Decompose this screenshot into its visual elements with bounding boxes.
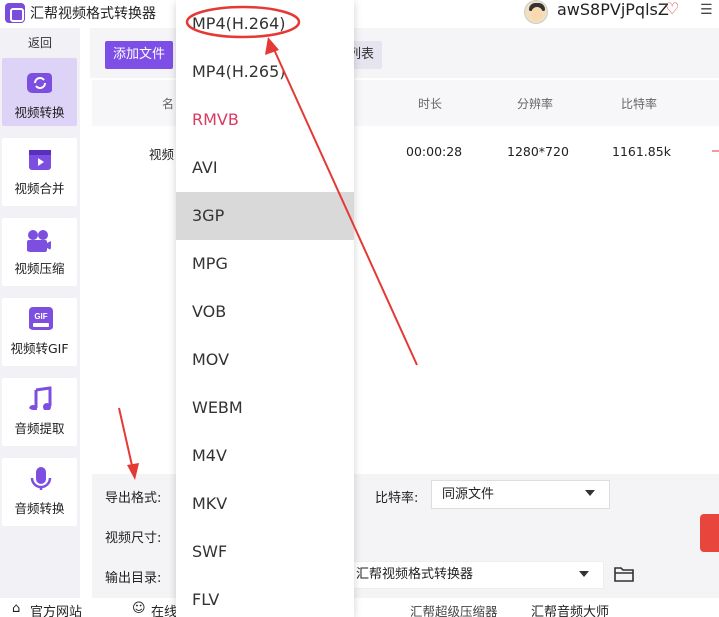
format-option-mov[interactable]: MOV (176, 336, 354, 384)
sidebar-item-audio-convert[interactable]: 音频转换 (2, 458, 77, 526)
format-option-mpg[interactable]: MPG (176, 240, 354, 288)
format-option-mkv[interactable]: MKV (176, 480, 354, 528)
output-dir-label: 输出目录: (105, 571, 162, 586)
format-option-m4v[interactable]: M4V (176, 432, 354, 480)
video-convert-icon (27, 73, 52, 93)
format-option-swf[interactable]: SWF (176, 528, 354, 576)
bitrate-label: 比特率: (375, 491, 419, 506)
avatar-face (531, 7, 543, 21)
sidebar-item-video-to-gif[interactable]: GIF 视频转GIF (2, 298, 77, 366)
sidebar-item-audio-extract[interactable]: 音频提取 (2, 378, 77, 446)
bitrate-select-value: 同源文件 (442, 487, 495, 502)
export-format-label: 导出格式: (105, 491, 162, 506)
row-duration: 00:00:28 (406, 144, 463, 159)
audio-master-link[interactable]: 汇帮音频大师 (531, 601, 609, 617)
column-bitrate-header: 比特率 (621, 97, 658, 111)
output-dir-value: 汇帮视频格式转换器 (356, 567, 474, 582)
format-option-rmvb[interactable]: RMVB (176, 96, 354, 144)
sidebar-item-label: 视频合并 (14, 181, 65, 196)
app-title: 汇帮视频格式转换器 (30, 6, 156, 22)
official-site-link[interactable]: 官方网站 (30, 601, 82, 617)
sidebar-item-label: 音频转换 (14, 501, 65, 516)
compressor-link[interactable]: 汇帮超级压缩器 (410, 601, 498, 617)
format-option-mp4-h264[interactable]: MP4(H.264) (176, 0, 354, 48)
row-bitrate: 1161.85k (612, 144, 671, 159)
format-option-avi[interactable]: AVI (176, 144, 354, 192)
column-resolution-header: 分辨率 (517, 97, 554, 111)
support-icon: ☺ (132, 601, 146, 616)
format-option-flv[interactable]: FLV (176, 576, 354, 617)
format-option-vob[interactable]: VOB (176, 288, 354, 336)
sidebar-item-video-convert[interactable]: 视频转换 (2, 58, 77, 126)
format-pointer-line (118, 407, 134, 471)
start-convert-button[interactable] (700, 514, 719, 552)
music-icon (29, 386, 52, 410)
row-resolution: 1280*720 (507, 144, 569, 159)
svg-text:GIF: GIF (34, 312, 47, 321)
title-bar: 汇帮视频格式转换器 awS8PVjPqlsZ ♡ ☰ (0, 0, 719, 28)
sidebar-item-label: 视频转换 (14, 105, 65, 120)
add-file-button[interactable]: 添加文件 (105, 41, 173, 69)
chevron-down-icon (585, 490, 595, 496)
column-name-header: 名 (162, 97, 175, 111)
sidebar-item-video-compress[interactable]: 视频压缩 (2, 218, 77, 286)
microphone-icon (30, 467, 52, 490)
vip-diamond-icon[interactable]: ♡ (665, 0, 683, 18)
row-action-marker[interactable] (712, 150, 719, 152)
sidebar-item-label: 音频提取 (14, 421, 65, 436)
format-option-3gp[interactable]: 3GP (176, 192, 354, 240)
chevron-down-icon (579, 571, 589, 577)
footer: ⌂ 官方网站 ☺ 在线 汇帮超级压缩器 汇帮音频大师 (0, 598, 719, 617)
back-button[interactable]: 返回 (0, 34, 80, 51)
folder-icon[interactable] (614, 566, 634, 582)
video-merge-icon (29, 150, 51, 170)
video-compress-icon (27, 230, 51, 252)
bitrate-select[interactable]: 同源文件 (431, 480, 610, 509)
home-icon: ⌂ (12, 601, 21, 616)
format-option-webm[interactable]: WEBM (176, 384, 354, 432)
gif-icon: GIF (29, 307, 53, 330)
app-logo-icon (5, 3, 25, 23)
sidebar-item-label: 视频压缩 (14, 261, 65, 276)
sidebar-item-video-merge[interactable]: 视频合并 (2, 138, 77, 206)
column-duration-header: 时长 (418, 97, 443, 111)
output-dir-select[interactable]: 汇帮视频格式转换器 (345, 561, 604, 589)
format-option-mp4-h265[interactable]: MP4(H.265) (176, 48, 354, 96)
user-name[interactable]: awS8PVjPqlsZ (557, 0, 669, 19)
row-file-name[interactable]: 视频 (149, 144, 174, 163)
online-service-link[interactable]: 在线 (151, 601, 177, 617)
format-dropdown-list: MP4(H.264) MP4(H.265) RMVB AVI 3GP MPG V… (176, 0, 354, 617)
sidebar-item-label: 视频转GIF (10, 341, 69, 356)
menu-icon[interactable]: ☰ (700, 2, 716, 18)
avatar[interactable] (524, 0, 548, 24)
video-size-label: 视频尺寸: (105, 531, 162, 546)
